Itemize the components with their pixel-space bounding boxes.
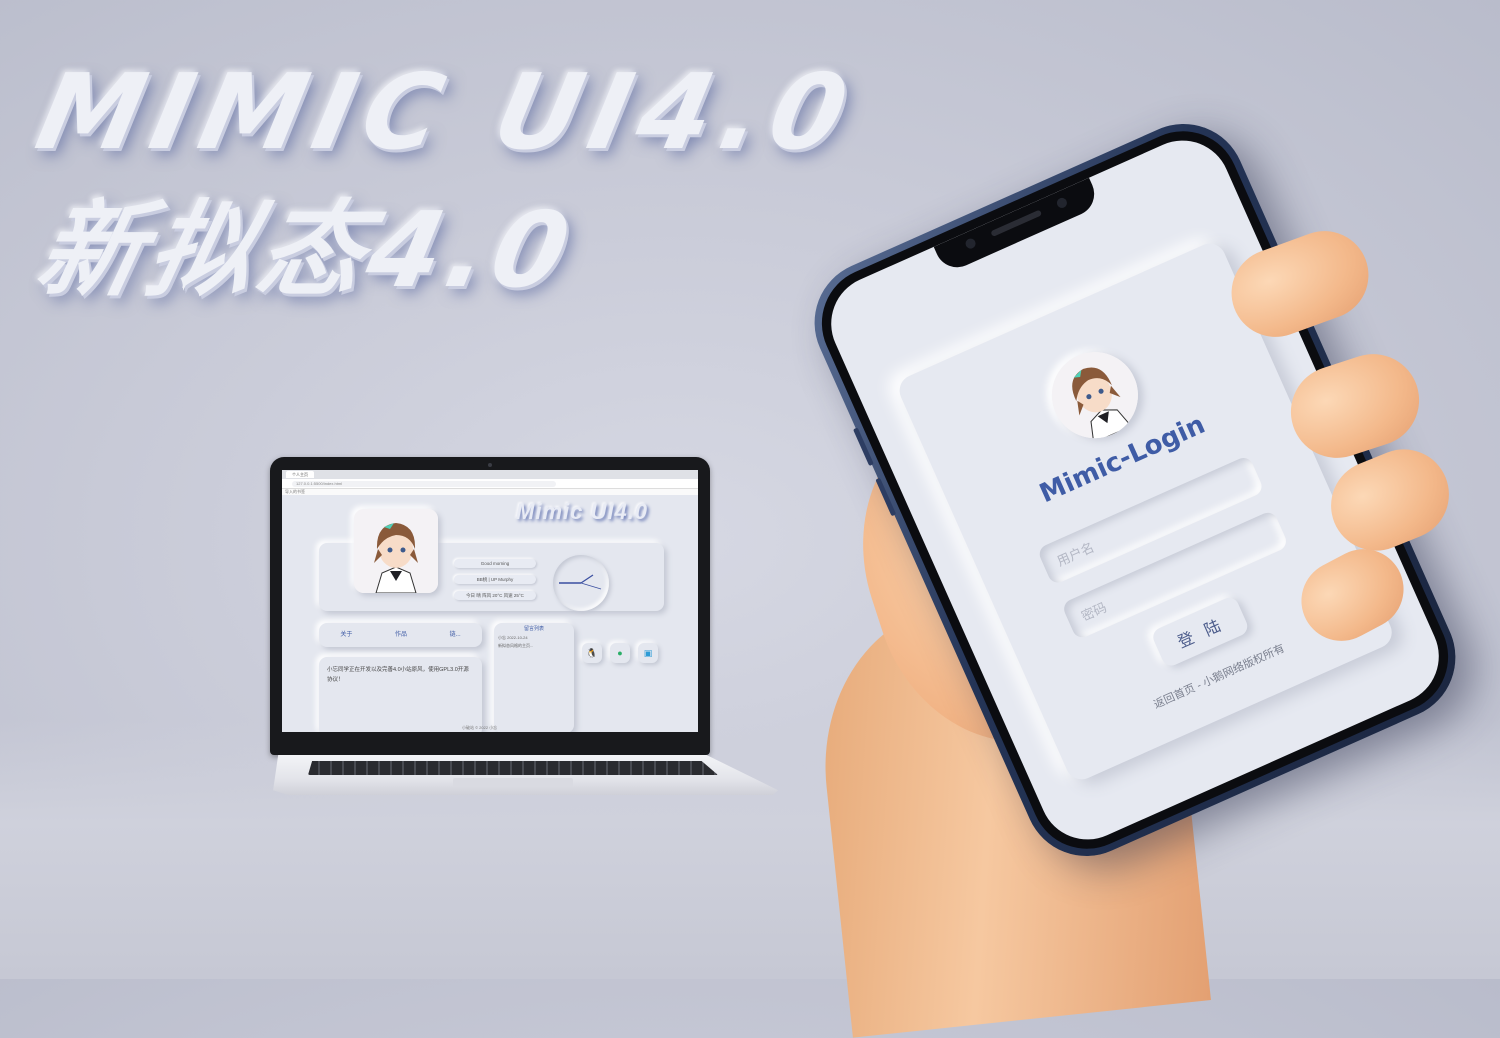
site-footer: 小破站 © 2022 小忘 (462, 725, 498, 730)
hero-title: MIMIC UI4.0 新拟态4.0 (27, 51, 867, 311)
laptop-lid: 个人主页 127.0.0.1:5500/index.html 导入的书签 Mim… (270, 457, 710, 755)
browser-tabbar: 个人主页 (282, 470, 698, 479)
site-title: Mimic UI4.0 (516, 499, 649, 524)
nav-tabs-card: 关于 作品 链... (319, 623, 482, 647)
webcam-icon (488, 463, 492, 467)
hero-title-line1: MIMIC UI4.0 (27, 51, 868, 173)
about-text: 小忘同学正在开发以及完善4.0小站原风，使用GPL3.0开源协议！ (327, 667, 469, 683)
laptop-screen: 个人主页 127.0.0.1:5500/index.html 导入的书签 Mim… (282, 470, 698, 732)
front-camera-icon (963, 236, 978, 251)
guestbook-title: 留言列表 (523, 626, 544, 632)
author-pill: BB桃 | UP Murphy (454, 575, 536, 584)
url-input[interactable]: 127.0.0.1:5500/index.html (292, 480, 556, 487)
bilibili-icon[interactable]: ▣ (638, 643, 658, 663)
weather-pill: 今日 晴 阵风 20°C 风速 25°C (454, 591, 536, 600)
wechat-icon[interactable]: ● (610, 643, 630, 663)
guestbook-text: 新拟态风格的主页... (498, 643, 534, 648)
laptop-trackpad (453, 778, 573, 787)
guestbook-entry: 小忘 2022-10-24 (498, 635, 528, 640)
clock-icon (553, 555, 609, 611)
laptop-mockup: 个人主页 127.0.0.1:5500/index.html 导入的书签 Mim… (268, 457, 780, 802)
tab-works[interactable]: 作品 (395, 623, 407, 647)
browser-urlbar: 127.0.0.1:5500/index.html (282, 479, 698, 489)
about-card: 小忘同学正在开发以及完善4.0小站原风，使用GPL3.0开源协议！ (319, 657, 482, 732)
anime-boy-avatar-icon (354, 509, 438, 593)
greeting-pill: Good morning (454, 559, 536, 568)
hero-title-line2: 新拟态4.0 (27, 189, 586, 311)
avatar (354, 509, 438, 593)
guestbook-card: 留言列表 小忘 2022-10-24 新拟态风格的主页... (494, 623, 574, 732)
anime-boy-avatar-icon (1038, 338, 1152, 452)
browser-tab[interactable]: 个人主页 (286, 471, 314, 478)
web-page: Mimic UI4.0 Good morning BB桃 | UP Murphy… (282, 495, 698, 732)
sensor-icon (1055, 196, 1069, 210)
tab-links[interactable]: 链... (450, 623, 461, 647)
login-button[interactable]: 登 陆 (1150, 594, 1251, 669)
tab-about[interactable]: 关于 (340, 623, 352, 647)
qq-icon[interactable]: 🐧 (582, 643, 602, 663)
laptop-keyboard (308, 761, 718, 775)
login-avatar (1038, 338, 1152, 452)
